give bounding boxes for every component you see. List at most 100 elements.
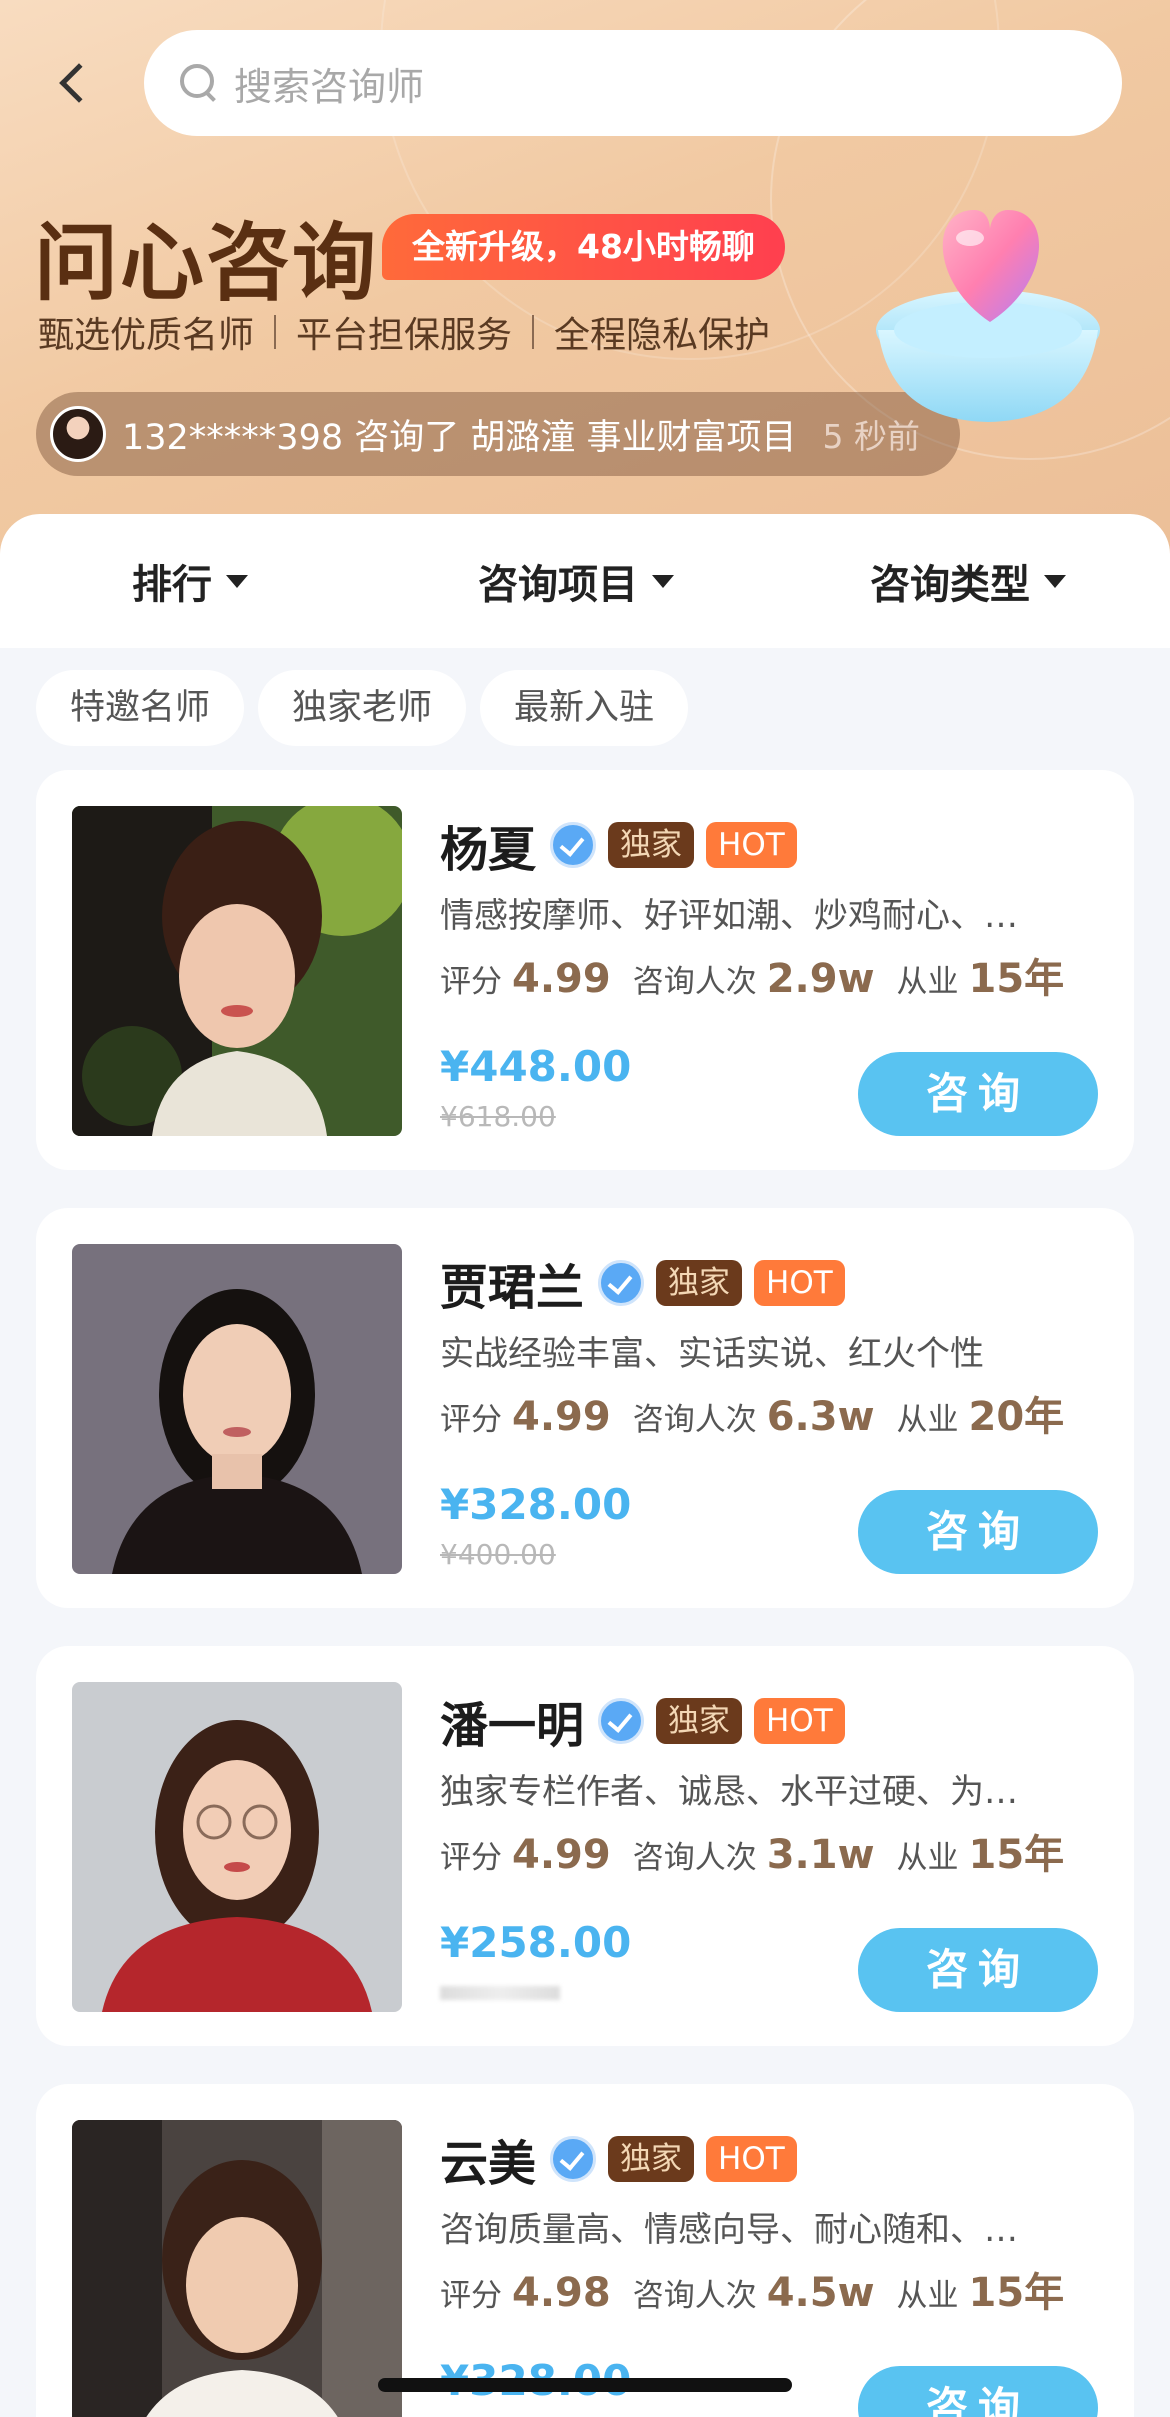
counselor-photo [72,806,402,1136]
original-price: ¥618.00 [440,1100,556,1133]
divider [532,315,535,349]
filter-bar: 排行 咨询项目 咨询类型 [0,514,1170,648]
divider [274,315,277,349]
verified-icon [550,822,597,868]
consults-value: 4.5w [766,2270,875,2316]
verified-icon [598,1260,645,1306]
category-chips: 特邀名师 独家老师 最新入驻 [36,670,689,746]
counselor-card[interactable]: 杨夏 独家 HOT 情感按摩师、好评如潮、炒鸡耐心、… 评分 4.99 咨询人次… [36,770,1134,1170]
exclusive-tag: 独家 [608,2136,695,2182]
counselor-name: 云美 [440,2136,537,2192]
filter-label: 咨询项目 [478,562,638,608]
name-row: 潘一明 独家 HOT [440,1686,845,1756]
counselor-card[interactable]: 潘一明 独家 HOT 独家专栏作者、诚恳、水平过硬、为… 评分 4.99 咨询人… [36,1646,1134,2046]
avatar [50,406,106,462]
chip-invited[interactable]: 特邀名师 [36,670,245,746]
search-input[interactable]: 搜索咨询师 [144,30,1122,136]
consults-label: 咨询人次 [632,1402,757,1438]
experience-label: 从业 [896,2278,959,2314]
original-price: ¥400.00 [440,1538,556,1571]
consult-button[interactable]: 咨询 [858,1928,1098,2012]
caret-down-icon [1044,574,1066,588]
experience-value: 15年 [968,1832,1065,1878]
rating-label: 评分 [440,964,502,1000]
hot-tag: HOT [706,822,797,868]
filter-consult-type[interactable]: 咨询类型 [870,514,1066,648]
counselor-name: 潘一明 [440,1698,585,1754]
consults-value: 6.3w [766,1394,875,1440]
experience-value: 15年 [968,2270,1065,2316]
counselor-stats: 评分 4.99 咨询人次 2.9w 从业 15年 [440,946,1086,1004]
verified-icon [598,1698,645,1744]
counselor-description: 独家专栏作者、诚恳、水平过硬、为… [440,1772,1018,1812]
experience-label: 从业 [896,1840,959,1876]
exclusive-tag: 独家 [656,1260,743,1306]
filter-label: 咨询类型 [870,562,1030,608]
rating-value: 4.99 [512,956,611,1002]
price: ¥258.00 [440,1918,632,1967]
counselor-card[interactable]: 贾珺兰 独家 HOT 实战经验丰富、实话实说、红火个性 评分 4.99 咨询人次… [36,1208,1134,1608]
counselor-card[interactable]: 云美 独家 HOT 咨询质量高、情感向导、耐心随和、… 评分 4.98 咨询人次… [36,2084,1134,2417]
rating-value: 4.98 [512,2270,611,2316]
exclusive-tag: 独家 [656,1698,743,1744]
hot-tag: HOT [754,1260,845,1306]
home-indicator[interactable] [378,2378,792,2392]
exclusive-tag: 独家 [608,822,695,868]
rating-label: 评分 [440,1402,502,1438]
feature-item: 甄选优质名师 [38,315,255,356]
consults-label: 咨询人次 [632,1840,757,1876]
experience-value: 15年 [968,956,1065,1002]
rating-value: 4.99 [512,1832,611,1878]
counselor-description: 实战经验丰富、实话实说、红火个性 [440,1334,984,1374]
back-button[interactable] [44,48,104,118]
consults-label: 咨询人次 [632,964,757,1000]
ticker-message: 132*****398 咨询了 胡潞潼 事业财富项目 [122,417,797,458]
search-placeholder: 搜索咨询师 [234,64,425,109]
experience-label: 从业 [896,1402,959,1438]
price: ¥448.00 [440,1042,632,1091]
counselor-photo [72,1244,402,1574]
counselor-name: 贾珺兰 [440,1260,585,1316]
rating-label: 评分 [440,1840,502,1876]
upgrade-badge: 全新升级，48小时畅聊 [382,214,785,280]
chevron-left-icon [59,63,99,103]
name-row: 云美 独家 HOT [440,2124,797,2194]
page-title: 问心咨询 [34,213,379,312]
counselor-stats: 评分 4.99 咨询人次 3.1w 从业 15年 [440,1822,1086,1880]
rating-label: 评分 [440,2278,502,2314]
counselor-stats: 评分 4.98 咨询人次 4.5w 从业 15年 [440,2260,1086,2318]
feature-item: 平台担保服务 [296,315,513,356]
counselor-stats: 评分 4.99 咨询人次 6.3w 从业 20年 [440,1384,1086,1442]
filter-rank[interactable]: 排行 [132,514,248,648]
counselor-name: 杨夏 [440,822,537,878]
price: ¥328.00 [440,1480,632,1529]
chip-newest[interactable]: 最新入驻 [480,670,689,746]
filter-label: 排行 [132,562,212,608]
chip-exclusive[interactable]: 独家老师 [258,670,467,746]
rating-value: 4.99 [512,1394,611,1440]
name-row: 杨夏 独家 HOT [440,810,797,880]
activity-ticker: 132*****398 咨询了 胡潞潼 事业财富项目 5 秒前 [36,392,960,476]
counselor-photo [72,2120,402,2417]
counselor-description: 情感按摩师、好评如潮、炒鸡耐心、… [440,896,1018,936]
feature-list: 甄选优质名师 平台担保服务 全程隐私保护 [38,306,770,358]
consult-button[interactable]: 咨询 [858,1490,1098,1574]
caret-down-icon [652,574,674,588]
counselor-description: 咨询质量高、情感向导、耐心随和、… [440,2210,1018,2250]
heart-bowl-icon [876,210,1100,422]
experience-value: 20年 [968,1394,1065,1440]
consult-button[interactable]: 咨询 [858,2366,1098,2417]
hot-tag: HOT [706,2136,797,2182]
counselor-photo [72,1682,402,2012]
consults-value: 2.9w [766,956,875,1002]
name-row: 贾珺兰 独家 HOT [440,1248,845,1318]
consults-value: 3.1w [766,1832,875,1878]
filter-consult-item[interactable]: 咨询项目 [478,514,674,648]
verified-icon [550,2136,597,2182]
caret-down-icon [226,574,248,588]
consult-button[interactable]: 咨询 [858,1052,1098,1136]
hero-banner: 搜索咨询师 问心咨询 全新升级，48小时畅聊 甄选优质名师 平台担保服务 全程隐… [0,0,1170,560]
search-icon [178,62,220,104]
hot-tag: HOT [754,1698,845,1744]
feature-item: 全程隐私保护 [554,315,771,356]
